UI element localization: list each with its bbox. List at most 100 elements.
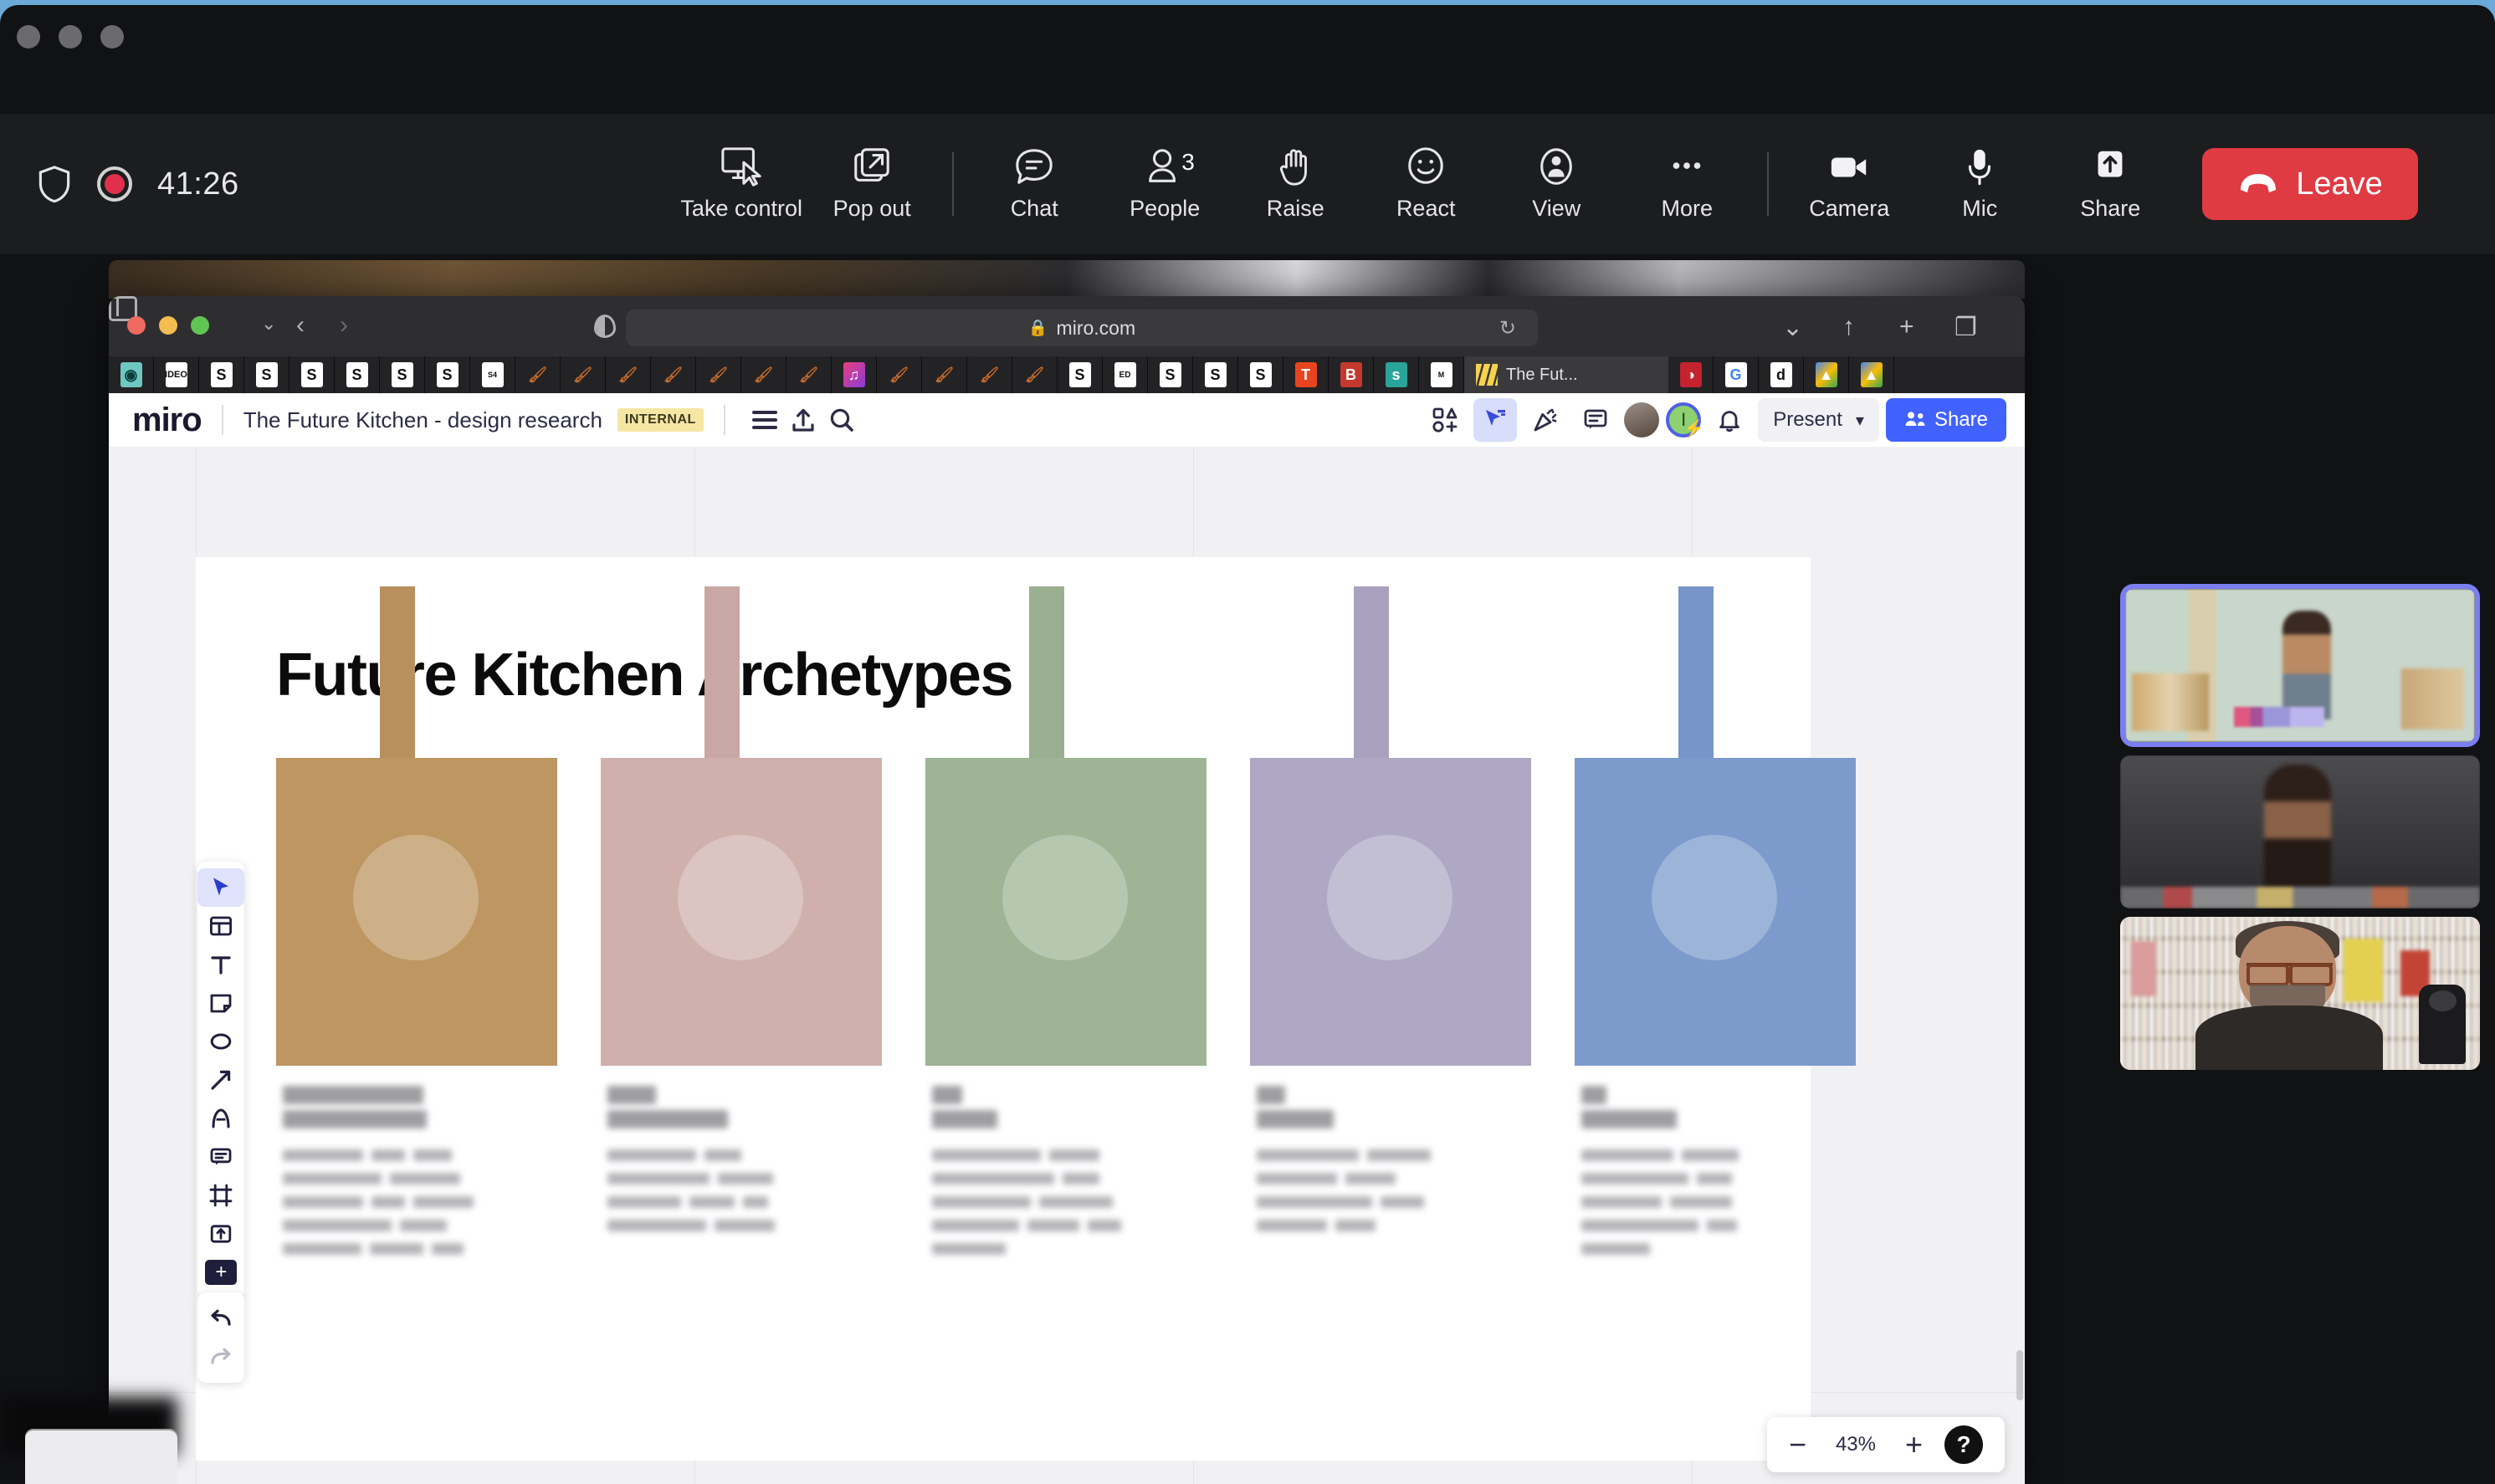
tab-favicon[interactable]: d <box>1759 356 1804 393</box>
tab-favicon[interactable]: S <box>380 356 425 393</box>
safari-maximize-button[interactable] <box>191 316 209 335</box>
tab-favicon[interactable]: S <box>1058 356 1103 393</box>
reader-view-icon[interactable] <box>594 315 616 338</box>
archetype-card[interactable] <box>1575 758 1856 1066</box>
maximize-window-button[interactable] <box>100 25 124 49</box>
participant-tile[interactable] <box>2120 917 2480 1070</box>
archetype-card[interactable] <box>276 758 557 1066</box>
reload-icon[interactable]: ↻ <box>1499 316 1516 340</box>
tab-favicon[interactable]: G <box>1714 356 1759 393</box>
comment-list-icon[interactable] <box>1574 398 1617 442</box>
forward-button[interactable]: › <box>340 311 348 340</box>
people-button[interactable]: 3 People <box>1101 134 1228 234</box>
more-button[interactable]: More <box>1623 134 1750 234</box>
tool-select[interactable] <box>197 868 244 907</box>
tool-more-apps[interactable]: + <box>197 1253 244 1292</box>
tab-favicon[interactable]: ♫ <box>832 356 877 393</box>
new-tab-icon[interactable]: + <box>1899 313 1914 341</box>
tab-favicon[interactable]: s <box>1374 356 1419 393</box>
pop-out-button[interactable]: Pop out <box>808 134 935 234</box>
search-icon[interactable] <box>822 401 861 439</box>
address-bar[interactable]: 🔒 miro.com ↻ <box>626 310 1538 346</box>
tab-favicon[interactable]: ▲ <box>1804 356 1849 393</box>
avatar-active[interactable]: I <box>1666 402 1704 439</box>
downloads-icon[interactable]: ⌄ <box>1782 313 1803 342</box>
tool-pen[interactable] <box>197 1099 244 1138</box>
tab-favicon[interactable]: S4 <box>470 356 515 393</box>
tab-favicon[interactable]: 🖌 <box>651 356 696 393</box>
tab-favicon[interactable]: 🖌 <box>967 356 1012 393</box>
confetti-icon[interactable] <box>1524 398 1567 442</box>
tab-favicon[interactable]: 🖌 <box>1012 356 1058 393</box>
tab-favicon[interactable]: S <box>244 356 289 393</box>
tab-favicon[interactable]: S <box>289 356 335 393</box>
tab-favicon[interactable]: 🖌 <box>606 356 651 393</box>
tab-favicon[interactable]: 🖌 <box>741 356 786 393</box>
tool-frame[interactable] <box>197 1176 244 1215</box>
tab-favicon[interactable]: 🖌 <box>515 356 561 393</box>
tab-favicon[interactable]: S <box>335 356 380 393</box>
tool-undo[interactable] <box>197 1299 244 1338</box>
canvas-scrollbar[interactable] <box>2016 1350 2023 1400</box>
tab-favicon[interactable]: M <box>1419 356 1464 393</box>
help-button[interactable]: ? <box>1944 1425 1983 1464</box>
tab-favicon[interactable]: ▲ <box>1849 356 1894 393</box>
tab-favicon[interactable]: ◉ <box>109 356 154 393</box>
zoom-out-button[interactable]: − <box>1789 1430 1806 1460</box>
share-screen-button[interactable]: Share <box>2047 134 2174 234</box>
tool-text[interactable] <box>197 945 244 984</box>
tool-upload[interactable] <box>197 1215 244 1253</box>
tool-arrow[interactable] <box>197 1061 244 1099</box>
cursor-pointer-icon[interactable] <box>1473 398 1518 442</box>
tab-overview-icon[interactable]: ❐ <box>1955 313 1977 342</box>
zoom-in-button[interactable]: + <box>1905 1430 1923 1460</box>
shapes-grid-icon[interactable] <box>1423 398 1467 442</box>
share-button[interactable]: Share <box>1885 398 2006 442</box>
tab-favicon[interactable]: S <box>1238 356 1283 393</box>
camera-button[interactable]: Camera <box>1785 134 1913 234</box>
tab-favicon[interactable]: 🖌 <box>696 356 741 393</box>
archetype-card[interactable] <box>601 758 882 1066</box>
participant-tile-speaking[interactable] <box>2120 584 2480 747</box>
tab-favicon[interactable]: S <box>425 356 470 393</box>
tab-favicon[interactable]: IDEO <box>154 356 199 393</box>
participant-tile[interactable] <box>2120 755 2480 908</box>
board-title[interactable]: The Future Kitchen - design research <box>243 407 602 433</box>
tab-favicon[interactable]: ED <box>1103 356 1148 393</box>
tool-comment[interactable] <box>197 1138 244 1176</box>
tab-favicon[interactable]: T <box>1283 356 1329 393</box>
chevron-down-icon[interactable]: ⌄ <box>261 313 276 335</box>
mic-button[interactable]: Mic <box>1916 134 2043 234</box>
tool-shapes[interactable] <box>197 1022 244 1061</box>
tool-sticky-note[interactable] <box>197 984 244 1022</box>
close-window-button[interactable] <box>17 25 40 49</box>
back-button[interactable]: ‹ <box>296 311 305 340</box>
miro-logo[interactable]: miro <box>109 402 202 439</box>
view-button[interactable]: View <box>1493 134 1620 234</box>
tab-favicon[interactable]: 🖌 <box>877 356 922 393</box>
share-icon[interactable]: ↑ <box>1842 313 1855 341</box>
tab-favicon[interactable]: S <box>1148 356 1193 393</box>
bell-icon[interactable] <box>1708 398 1751 442</box>
minimize-window-button[interactable] <box>59 25 82 49</box>
take-control-button[interactable]: Take control <box>678 134 805 234</box>
archetype-card[interactable] <box>1250 758 1531 1066</box>
raise-hand-button[interactable]: Raise <box>1232 134 1359 234</box>
tab-favicon[interactable]: B <box>1329 356 1374 393</box>
tool-templates[interactable] <box>197 907 244 945</box>
react-button[interactable]: React <box>1362 134 1489 234</box>
tab-favicon[interactable]: 🖌 <box>561 356 606 393</box>
archetype-card[interactable] <box>925 758 1207 1066</box>
active-tab[interactable]: The Fut... <box>1464 356 1668 393</box>
upload-icon[interactable] <box>784 401 822 439</box>
present-button[interactable]: Present ▾ <box>1758 398 1879 442</box>
tab-favicon[interactable]: S <box>1193 356 1238 393</box>
chat-button[interactable]: Chat <box>971 134 1098 234</box>
avatar[interactable] <box>1624 402 1660 438</box>
tool-redo[interactable] <box>197 1338 244 1376</box>
bottom-left-panel[interactable] <box>25 1429 177 1484</box>
safari-minimize-button[interactable] <box>159 316 177 335</box>
tab-favicon[interactable]: ◑ <box>1668 356 1714 393</box>
safari-close-button[interactable] <box>127 316 146 335</box>
miro-canvas[interactable]: Future Kitchen Archetypes <box>109 447 2025 1484</box>
